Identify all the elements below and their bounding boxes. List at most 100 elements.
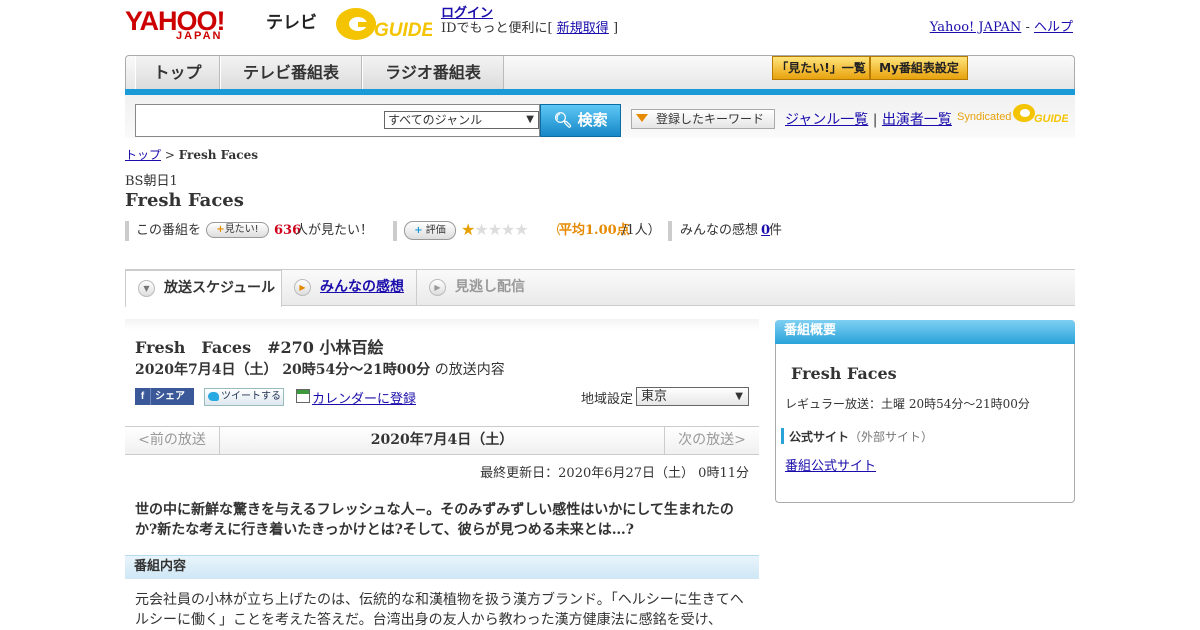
chevron-right-icon: ▶ xyxy=(429,279,446,296)
twitter-bird-icon xyxy=(208,392,219,401)
star-filled-icon: ★ xyxy=(461,220,475,239)
episode-summary: 世の中に新鮮な驚きを与えるフレッシュな人−。そのみずみずしい感性はいかにして生ま… xyxy=(135,502,734,538)
rating-average-suffix: /1人） xyxy=(622,223,661,238)
region-label: 地域設定 xyxy=(581,392,634,407)
gguide-logo-text: GUIDE xyxy=(374,20,432,41)
rate-button[interactable]: + 評価 xyxy=(404,221,456,240)
signup-link[interactable]: 新規取得 xyxy=(557,21,609,36)
plus-icon: + xyxy=(216,224,225,235)
plus-icon: + xyxy=(414,225,423,236)
breadcrumb: トップ > Fresh Faces xyxy=(125,146,258,163)
episode-date-suffix: の放送内容 xyxy=(434,362,505,378)
stat-divider xyxy=(125,221,129,241)
program-content-body: 元会社員の小林が立ち上げたのは、伝統的な和漢植物を扱う漢方ブランド。「ヘルシーに… xyxy=(135,592,744,628)
pager-current-date: 2020年7月4日（土） xyxy=(370,432,514,448)
tv-logo-text: テレビ xyxy=(266,13,317,33)
mitai-count-suffix: 人が見たい！ xyxy=(295,223,374,238)
genre-select-value: すべてのジャンル xyxy=(388,113,483,127)
add-to-calendar-link[interactable]: カレンダーに登録 xyxy=(312,388,416,407)
star-empty-icon: ★ xyxy=(514,220,528,239)
tweet-button[interactable]: ツイートする xyxy=(204,388,284,406)
facebook-icon: f xyxy=(135,388,151,405)
login-link[interactable]: ログイン xyxy=(441,6,493,21)
episode-title: Fresh Faces #270 小林百絵 xyxy=(135,338,384,357)
registered-keywords-label: 登録したキーワード xyxy=(655,112,764,126)
official-site-link[interactable]: 番組公式サイト xyxy=(785,455,876,474)
genre-select[interactable]: すべてのジャンル ▼ xyxy=(384,111,539,129)
registered-keywords-button[interactable]: 登録したキーワード xyxy=(631,109,775,129)
star-empty-icon: ★ xyxy=(487,220,502,239)
chevron-right-icon: ▶ xyxy=(294,279,311,296)
yahoo-japan-logo-text: JAPAN xyxy=(176,30,223,42)
mitai-button[interactable]: +見たい! xyxy=(206,222,269,238)
tab-broadcast-schedule-label: 放送スケジュール xyxy=(164,280,276,296)
tab-impressions-label: みんなの感想 xyxy=(320,279,404,295)
triangle-down-icon xyxy=(636,114,648,122)
star-empty-icon: ★ xyxy=(501,220,515,239)
regular-broadcast-info: レギュラー放送：土曜 20時54分～21時00分 xyxy=(785,397,1030,411)
episode-date: 2020年7月4日（土） 20時54分～21時00分 xyxy=(135,362,431,378)
tab-missed-streaming-label: 見逃し配信 xyxy=(455,279,525,295)
search-icon: 🔍︎ xyxy=(553,111,573,129)
breadcrumb-separator: > xyxy=(161,148,179,162)
mitai-button-label: 見たい! xyxy=(224,224,259,235)
last-updated: 最終更新日：2020年6月27日（土） 0時11分 xyxy=(480,466,749,481)
nav-tab-top[interactable]: トップ xyxy=(135,56,220,89)
star-empty-icon: ★ xyxy=(474,220,488,239)
previous-broadcast-link[interactable]: <前の放送 xyxy=(125,427,220,454)
program-overview-heading: 番組概要 xyxy=(775,320,1075,344)
tab-impressions[interactable]: ▶ みんなの感想 xyxy=(282,270,417,306)
syndicated-label: Syndicated xyxy=(957,111,1012,123)
facebook-share-button[interactable]: f シェア xyxy=(135,388,194,405)
top-link-separator: - xyxy=(1021,20,1034,35)
facebook-share-label: シェア xyxy=(155,391,185,402)
region-select-value: 東京 xyxy=(641,389,668,404)
login-box: ログイン IDでもっと便利に[ 新規取得 ] xyxy=(441,6,618,36)
synd-logo-text: GUIDE xyxy=(1034,113,1068,125)
search-button[interactable]: 🔍︎ 検索 xyxy=(540,104,621,137)
official-site-heading: 公式サイト（外部サイト） xyxy=(789,428,933,445)
link-divider: | xyxy=(872,112,878,128)
page-title: Fresh Faces xyxy=(125,190,244,211)
calendar-icon xyxy=(296,389,310,403)
official-site-label: 公式サイト xyxy=(789,430,850,444)
tab-missed-streaming[interactable]: ▶ 見逃し配信 xyxy=(417,270,547,306)
yahoo-japan-link[interactable]: Yahoo! JAPAN xyxy=(930,20,1022,35)
mitai-pre-text: この番組を xyxy=(136,223,202,238)
rating-stars: ★★★★★ xyxy=(461,220,529,239)
mitai-list-button[interactable]: 「見たい!」一覧 xyxy=(772,56,870,80)
overview-title: Fresh Faces xyxy=(791,364,897,383)
impressions-label: みんなの感想 xyxy=(680,223,759,238)
program-content-heading: 番組内容 xyxy=(125,555,759,579)
search-links: ジャンル一覧 | 出演者一覧 xyxy=(785,109,952,129)
breadcrumb-current: Fresh Faces xyxy=(178,148,258,162)
next-broadcast-link[interactable]: 次の放送> xyxy=(664,427,759,454)
tab-broadcast-schedule[interactable]: ▼ 放送スケジュール xyxy=(125,270,282,307)
stat-divider xyxy=(668,221,672,241)
official-site-note: （外部サイト） xyxy=(849,430,934,444)
impressions-suffix: 件 xyxy=(769,223,783,238)
nav-tab-radio-guide[interactable]: ラジオ番組表 xyxy=(362,56,504,89)
id-text-close: ] xyxy=(612,21,619,36)
nav-tab-tv-guide[interactable]: テレビ番組表 xyxy=(220,56,362,89)
breadcrumb-top-link[interactable]: トップ xyxy=(125,148,161,162)
official-site-marker xyxy=(781,428,784,444)
search-button-label: 検索 xyxy=(577,111,608,129)
chevron-down-icon: ▼ xyxy=(735,391,743,402)
rating-average: 平均1.00点 xyxy=(559,223,630,238)
my-guide-settings-button[interactable]: My番組表設定 xyxy=(870,56,968,80)
genre-list-link[interactable]: ジャンル一覧 xyxy=(785,112,868,128)
gguide-syndicated-logo: GUIDE xyxy=(1013,104,1068,125)
stat-divider xyxy=(393,221,397,241)
id-text: IDでもっと便利に[ xyxy=(441,21,553,36)
top-right-links: Yahoo! JAPAN - ヘルプ xyxy=(930,16,1073,35)
episode-datetime: 2020年7月4日（土） 20時54分～21時00分 の放送内容 xyxy=(135,359,505,379)
gguide-logo[interactable]: GUIDE xyxy=(334,6,432,42)
rate-button-label: 評価 xyxy=(425,225,446,236)
chevron-down-icon: ▼ xyxy=(138,280,155,297)
help-link[interactable]: ヘルプ xyxy=(1034,20,1073,35)
chevron-down-icon: ▼ xyxy=(526,114,534,125)
tweet-button-label: ツイートする xyxy=(221,391,281,402)
region-select[interactable]: 東京 ▼ xyxy=(636,387,749,406)
cast-list-link[interactable]: 出演者一覧 xyxy=(882,112,952,128)
